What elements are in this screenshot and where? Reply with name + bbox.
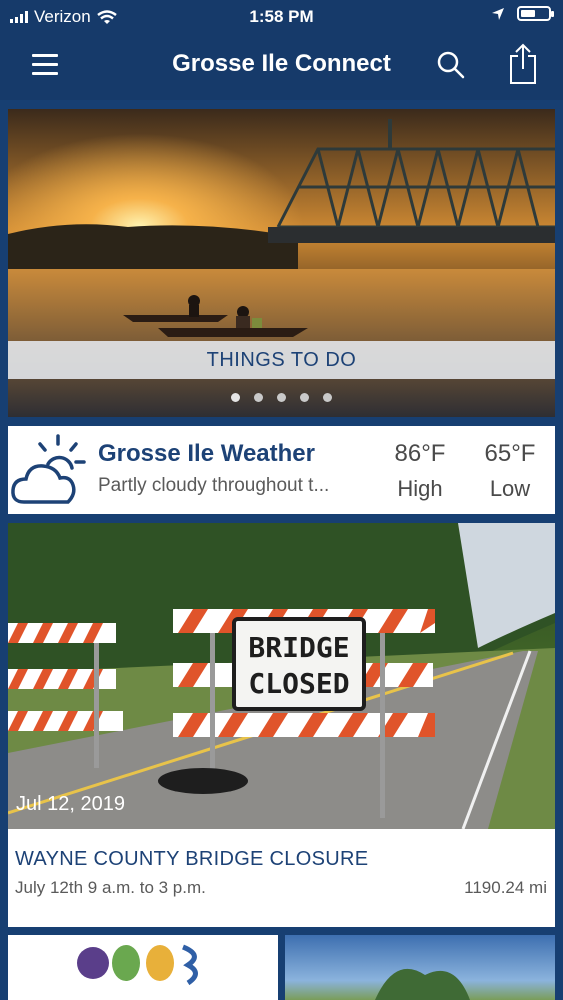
app-title: Grosse Ile Connect — [172, 50, 391, 77]
slider-dot[interactable] — [323, 393, 332, 402]
slider-dot[interactable] — [254, 393, 263, 402]
location-arrow-icon — [492, 7, 504, 20]
sign-line-2: CLOSED — [248, 667, 349, 700]
slider-dots[interactable] — [8, 393, 555, 402]
news-card[interactable]: BRIDGE CLOSED Jul 12, 2019 WAYNE COUNTY … — [8, 523, 555, 927]
high-temp: 86°F — [394, 440, 446, 467]
slider-dot[interactable] — [277, 393, 286, 402]
home-feed[interactable]: THINGS TO DO Grosse Ile Weather Partly c… — [0, 100, 563, 1000]
weather-card[interactable]: Grosse Ile Weather Partly cloudy through… — [8, 426, 555, 514]
low-label: Low — [489, 476, 531, 501]
news-title[interactable]: WAYNE COUNTY BRIDGE CLOSURE — [15, 848, 368, 871]
nav-bar: Grosse Ile Connect — [0, 34, 563, 100]
low-temp-block: 65°F Low — [470, 440, 550, 502]
activity-icons-image — [77, 944, 198, 986]
news-date: Jul 12, 2019 — [16, 793, 125, 815]
high-temp-block: 86°F High — [380, 440, 460, 502]
share-icon[interactable] — [506, 42, 540, 86]
weather-title: Grosse Ile Weather — [98, 440, 315, 467]
status-time: 1:58 PM — [249, 7, 314, 26]
hero-caption[interactable]: THINGS TO DO — [8, 341, 555, 379]
thumbnail-card-right[interactable] — [285, 935, 555, 1000]
road-scene: BRIDGE CLOSED — [8, 523, 555, 829]
status-bar: Verizon 1:58 PM — [0, 0, 563, 34]
weather-summary: Partly cloudy throughout t... — [98, 475, 330, 496]
bridge-closed-photo: BRIDGE CLOSED Jul 12, 2019 — [8, 523, 555, 829]
high-label: High — [397, 476, 443, 501]
low-temp: 65°F — [484, 440, 536, 467]
partly-cloudy-icon — [11, 434, 86, 504]
battery-icon — [517, 6, 554, 21]
status-right — [491, 6, 554, 21]
news-subtitle: July 12th 9 a.m. to 3 p.m. — [15, 878, 206, 897]
slider-dot[interactable] — [231, 393, 240, 402]
search-icon[interactable] — [436, 50, 466, 80]
thumbnail-card-left[interactable] — [8, 935, 278, 1000]
landscape-image — [375, 968, 470, 1000]
hero-slider[interactable]: THINGS TO DO — [8, 109, 555, 417]
news-distance: 1190.24 mi — [464, 878, 547, 897]
slider-dot[interactable] — [300, 393, 309, 402]
sign-line-1: BRIDGE — [248, 631, 349, 664]
